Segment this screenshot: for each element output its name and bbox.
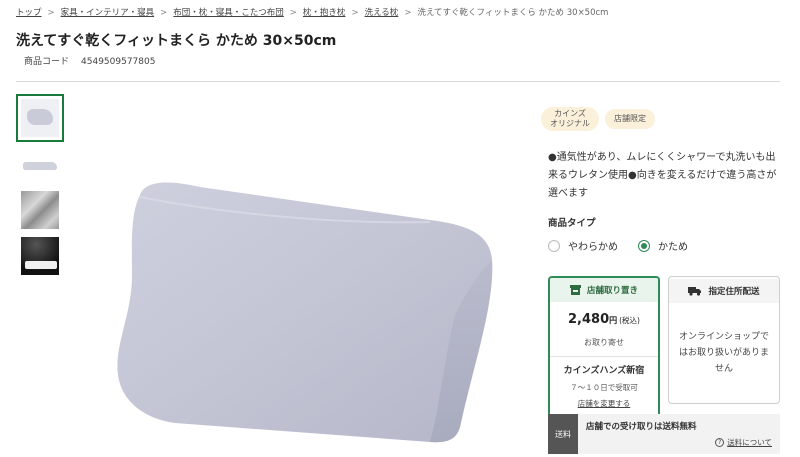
breadcrumb-link-top[interactable]: トップ	[16, 8, 42, 18]
breadcrumb-link-bedding[interactable]: 布団・枕・寝具・こたつ布団	[173, 8, 284, 18]
radio-unchecked-icon[interactable]	[548, 239, 560, 252]
shipping-info-link[interactable]: ? 送料について	[715, 437, 772, 448]
breadcrumb: トップ > 家具・インテリア・寝具 > 布団・枕・寝具・こたつ布団 > 枕・抱き枕 > 洗える枕…	[16, 8, 609, 18]
thumbnail-pillow-side[interactable]	[18, 142, 62, 186]
product-code-value: 4549509577805	[81, 57, 156, 67]
radio-checked-icon[interactable]	[638, 239, 650, 252]
shipping-info-bar: 送料 店舗での受け取りは送料無料 ? 送料について	[548, 414, 780, 454]
product-type-option-soft[interactable]: やわらかめ	[548, 238, 618, 253]
badge-list: カインズ オリジナル 店舗限定	[541, 107, 655, 131]
change-store-link[interactable]: 店舗を変更する	[550, 398, 658, 409]
order-note: お取り寄せ	[584, 338, 624, 347]
price: 2,480円 (税込)	[568, 312, 640, 327]
badge-cainz-original: カインズ オリジナル	[541, 107, 599, 131]
product-main-image	[117, 182, 493, 443]
divider	[16, 81, 780, 82]
store-name: カインズハンズ新宿	[563, 366, 645, 376]
question-icon: ?	[715, 438, 725, 447]
breadcrumb-link-furniture[interactable]: 家具・インテリア・寝具	[61, 8, 155, 18]
shipping-tag: 送料	[548, 414, 578, 454]
product-type-option-firm[interactable]: かため	[638, 238, 688, 253]
breadcrumb-link-pillows[interactable]: 枕・抱き枕	[303, 8, 346, 18]
breadcrumb-current: 洗えてすぐ乾くフィットまくら かため 30×50cm	[417, 8, 609, 18]
product-code: 商品コード 4549509577805	[24, 54, 155, 67]
truck-icon	[688, 287, 702, 296]
thumbnail-shower-wash[interactable]	[18, 234, 62, 278]
product-title: 洗えてすぐ乾くフィットまくら かため 30×50cm	[16, 33, 337, 49]
thumbnail-pillow-front[interactable]	[16, 94, 64, 142]
store-icon	[569, 285, 581, 295]
receive-time: ７～１０日で受取可	[570, 383, 638, 392]
product-type-label: 商品タイプ	[548, 218, 596, 229]
home-delivery-card[interactable]: 指定住所配送 オンラインショップではお取り扱いがありません	[668, 276, 780, 404]
home-delivery-message: オンラインショップではお取り扱いがありません	[678, 332, 769, 374]
breadcrumb-link-washable-pillows[interactable]: 洗える枕	[365, 8, 399, 18]
product-description: ●通気性があり、ムレにくくシャワーで丸洗いも出来るウレタン使用●向きを変えるだけ…	[548, 152, 777, 199]
home-delivery-header: 指定住所配送	[669, 279, 779, 303]
product-code-label: 商品コード	[24, 57, 70, 67]
shipping-message: 店舗での受け取りは送料無料	[586, 422, 697, 432]
thumbnail-fabric-closeup[interactable]	[18, 188, 62, 232]
store-pickup-header: 店舗取り置き	[550, 278, 658, 302]
badge-store-only: 店舗限定	[605, 109, 655, 129]
card-divider	[550, 356, 658, 357]
thumbnail-list	[16, 94, 64, 280]
